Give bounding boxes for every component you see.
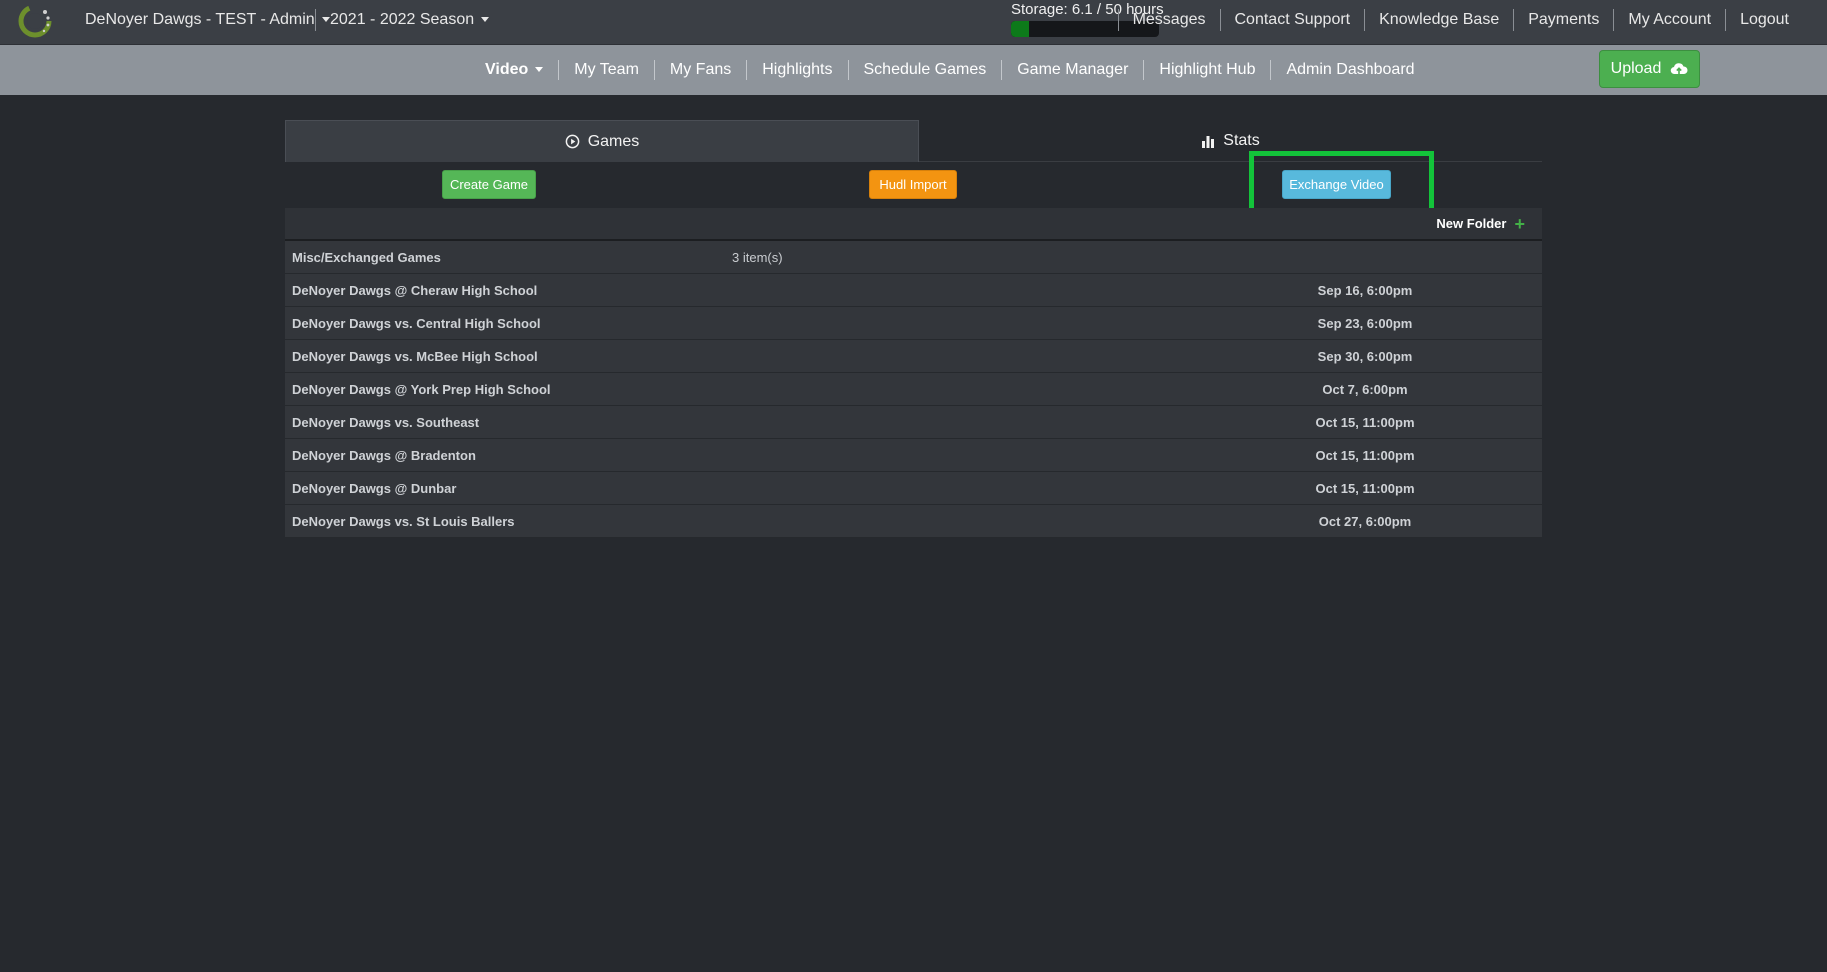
nav-video[interactable]: Video: [470, 60, 558, 80]
nav-highlight-hub[interactable]: Highlight Hub: [1143, 60, 1270, 80]
contact-support-link[interactable]: Contact Support: [1219, 9, 1365, 31]
team-name: DeNoyer Dawgs - TEST - Admin: [85, 11, 315, 28]
table-row[interactable]: DeNoyer Dawgs @ Cheraw High School Sep 1…: [285, 274, 1542, 307]
divider: [315, 9, 316, 31]
tab-games[interactable]: Games: [285, 120, 919, 162]
table-row[interactable]: DeNoyer Dawgs @ Bradenton Oct 15, 11:00p…: [285, 439, 1542, 472]
folder-row[interactable]: Misc/Exchanged Games 3 item(s): [285, 241, 1542, 274]
nav-highlights[interactable]: Highlights: [746, 60, 847, 80]
my-account-link[interactable]: My Account: [1613, 9, 1725, 31]
game-name: DeNoyer Dawgs vs. St Louis Ballers: [292, 514, 515, 529]
hudl-import-button[interactable]: Hudl Import: [869, 170, 957, 199]
messages-link[interactable]: Messages: [1117, 9, 1220, 31]
cloud-upload-icon: [1671, 63, 1688, 75]
play-circle-icon: [565, 134, 580, 149]
tab-stats-label: Stats: [1223, 132, 1260, 149]
nav-my-fans[interactable]: My Fans: [653, 60, 746, 80]
table-row[interactable]: DeNoyer Dawgs vs. Southeast Oct 15, 11:0…: [285, 406, 1542, 439]
logout-link[interactable]: Logout: [1725, 9, 1803, 31]
table-row[interactable]: DeNoyer Dawgs vs. St Louis Ballers Oct 2…: [285, 505, 1542, 538]
nav-schedule-games[interactable]: Schedule Games: [847, 60, 1002, 80]
season-selector[interactable]: 2021 - 2022 Season: [330, 0, 490, 40]
upload-label: Upload: [1610, 60, 1662, 77]
upload-button[interactable]: Upload: [1599, 50, 1700, 88]
top-bar: DeNoyer Dawgs - TEST - Admin 2021 - 2022…: [0, 0, 1827, 45]
game-name: DeNoyer Dawgs vs. Southeast: [292, 415, 480, 430]
nav-admin-dashboard[interactable]: Admin Dashboard: [1270, 60, 1429, 80]
game-date: Oct 27, 6:00pm: [1318, 514, 1412, 529]
table-row[interactable]: DeNoyer Dawgs vs. Central High School Se…: [285, 307, 1542, 340]
game-date: Oct 15, 11:00pm: [1315, 448, 1415, 463]
tab-stats[interactable]: Stats: [919, 120, 1542, 162]
nav-my-team[interactable]: My Team: [558, 60, 654, 80]
plus-icon: +: [1514, 213, 1525, 234]
game-name: DeNoyer Dawgs vs. McBee High School: [292, 349, 538, 364]
game-name: DeNoyer Dawgs @ Dunbar: [292, 481, 457, 496]
chevron-down-icon: [321, 17, 330, 23]
nav-game-manager[interactable]: Game Manager: [1001, 60, 1143, 80]
game-name: DeNoyer Dawgs @ Bradenton: [292, 448, 476, 463]
game-date: Oct 7, 6:00pm: [1322, 382, 1408, 397]
nav-links: Video My Team My Fans Highlights Schedul…: [470, 45, 1430, 95]
tab-games-label: Games: [587, 132, 640, 150]
folder-name: Misc/Exchanged Games: [292, 250, 441, 265]
bar-chart-icon: [1202, 136, 1215, 148]
game-date: Sep 23, 6:00pm: [1317, 316, 1413, 331]
game-date: Sep 16, 6:00pm: [1317, 283, 1413, 298]
nav-video-label: Video: [485, 61, 529, 78]
top-links: Messages Contact Support Knowledge Base …: [1117, 0, 1803, 40]
create-game-button[interactable]: Create Game: [442, 170, 536, 199]
highlight-box: [1249, 151, 1434, 216]
payments-link[interactable]: Payments: [1513, 9, 1613, 31]
team-selector[interactable]: DeNoyer Dawgs - TEST - Admin: [85, 0, 330, 40]
game-date: Sep 30, 6:00pm: [1317, 349, 1413, 364]
game-date: Oct 15, 11:00pm: [1315, 415, 1415, 430]
logo-icon[interactable]: [18, 4, 52, 38]
main-nav: Video My Team My Fans Highlights Schedul…: [0, 45, 1827, 95]
table-row[interactable]: DeNoyer Dawgs vs. McBee High School Sep …: [285, 340, 1542, 373]
game-name: DeNoyer Dawgs @ Cheraw High School: [292, 283, 538, 298]
chevron-down-icon: [481, 17, 490, 23]
table-row[interactable]: DeNoyer Dawgs @ York Prep High School Oc…: [285, 373, 1542, 406]
new-folder-label: New Folder: [1436, 216, 1507, 231]
season-name: 2021 - 2022 Season: [330, 11, 475, 28]
storage-fill: [1011, 21, 1030, 37]
table-header: New Folder +: [285, 208, 1542, 241]
new-folder-button[interactable]: New Folder +: [1436, 213, 1525, 234]
knowledge-base-link[interactable]: Knowledge Base: [1364, 9, 1513, 31]
game-date: Oct 15, 11:00pm: [1315, 481, 1415, 496]
table-row[interactable]: DeNoyer Dawgs @ Dunbar Oct 15, 11:00pm: [285, 472, 1542, 505]
chevron-down-icon: [535, 67, 544, 73]
game-name: DeNoyer Dawgs vs. Central High School: [292, 316, 541, 331]
game-name: DeNoyer Dawgs @ York Prep High School: [292, 382, 551, 397]
folder-count: 3 item(s): [732, 250, 783, 265]
games-table: New Folder + Misc/Exchanged Games 3 item…: [285, 208, 1542, 538]
